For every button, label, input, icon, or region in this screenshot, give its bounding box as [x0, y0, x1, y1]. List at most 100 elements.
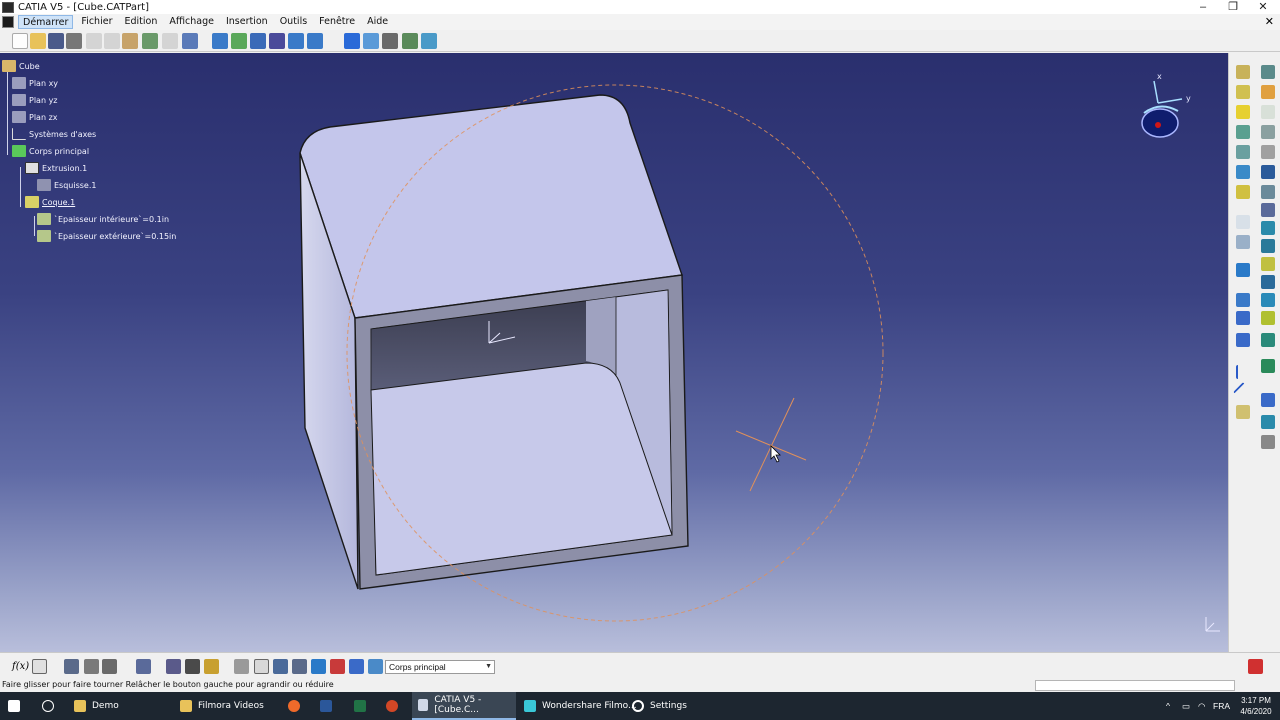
grid-icon[interactable]: [311, 659, 326, 674]
hole-tool-icon[interactable]: [1236, 125, 1250, 139]
rotate-icon[interactable]: [269, 33, 285, 49]
tree-item-main-body[interactable]: Corps principal: [12, 144, 89, 158]
iso-view-icon[interactable]: [363, 33, 379, 49]
cut-icon[interactable]: [86, 33, 102, 49]
shell-tool-icon[interactable]: [1261, 221, 1275, 235]
knowledge-icon[interactable]: [102, 659, 117, 674]
menu-demarrer[interactable]: Démarrer: [18, 15, 74, 29]
units-icon[interactable]: [292, 659, 307, 674]
thickness-tool-icon[interactable]: [1236, 235, 1250, 249]
paste-icon[interactable]: [122, 33, 138, 49]
sketcher-tool-icon[interactable]: [1261, 145, 1275, 159]
tree-item-inner-thickness[interactable]: `Epaisseur intérieure`=0.1in: [37, 212, 169, 226]
pattern-tool-icon[interactable]: [1236, 311, 1250, 325]
battery-icon[interactable]: ▭: [1182, 692, 1190, 720]
close-button[interactable]: ✕: [1248, 0, 1278, 14]
body-select[interactable]: Corps principal ▼: [385, 660, 495, 674]
rib-tool-icon[interactable]: [1236, 145, 1250, 159]
shaft-tool-icon[interactable]: [1236, 105, 1250, 119]
taskbar-powerpoint[interactable]: [386, 692, 404, 720]
menu-aide[interactable]: Aide: [363, 15, 392, 29]
undo-icon[interactable]: [142, 33, 158, 49]
normal-view-icon[interactable]: [344, 33, 360, 49]
fillet-tool-icon[interactable]: [1261, 203, 1275, 217]
plane-tool-icon[interactable]: [1236, 405, 1250, 419]
comment-icon[interactable]: [32, 659, 47, 674]
material-icon[interactable]: [84, 659, 99, 674]
copy-icon[interactable]: [104, 33, 120, 49]
pad-tool-icon[interactable]: [1236, 65, 1250, 79]
menu-affichage[interactable]: Affichage: [165, 15, 218, 29]
taskbar-firefox[interactable]: [288, 692, 306, 720]
chamfer-tool-icon[interactable]: [1236, 215, 1250, 229]
tree-item-plan-zx[interactable]: Plan zx: [12, 110, 58, 124]
translate-tool-icon[interactable]: [1236, 263, 1250, 277]
taskbar-item-wondershare[interactable]: Wondershare Filmo...: [524, 692, 637, 720]
start-button[interactable]: [8, 692, 26, 720]
catalog-tool-icon[interactable]: [1261, 435, 1275, 449]
position-sketch-icon[interactable]: [1261, 165, 1275, 179]
swap-space-icon[interactable]: [421, 33, 437, 49]
analysis-icon[interactable]: [136, 659, 151, 674]
boolean-tool-icon[interactable]: [1261, 333, 1275, 347]
new-icon[interactable]: [12, 33, 28, 49]
update-icon[interactable]: [234, 659, 249, 674]
taskbar-item-demo[interactable]: Demo: [74, 692, 119, 720]
rotate-tool-icon[interactable]: [1261, 275, 1275, 289]
thread-tool-icon[interactable]: [1261, 239, 1275, 253]
shading-icon[interactable]: [382, 33, 398, 49]
workbench-icon[interactable]: [1261, 65, 1275, 79]
assemble-tool-icon[interactable]: [1261, 359, 1275, 373]
constraint-tool-icon[interactable]: [1236, 333, 1250, 347]
minimize-button[interactable]: –: [1188, 0, 1218, 14]
tree-item-plan-xy[interactable]: Plan xy: [12, 76, 58, 90]
remove-face-icon[interactable]: [1261, 257, 1275, 271]
print-icon[interactable]: [66, 33, 82, 49]
fly-mode-icon[interactable]: [212, 33, 228, 49]
tree-item-sketch[interactable]: Esquisse.1: [37, 178, 96, 192]
menu-fichier[interactable]: Fichier: [77, 15, 116, 29]
taskbar-clock[interactable]: 3:17 PM 4/6/2020: [1236, 695, 1276, 717]
tree-item-axis-systems[interactable]: Systèmes d'axes: [12, 127, 96, 141]
menu-outils[interactable]: Outils: [276, 15, 311, 29]
mirror-tool-icon[interactable]: [1236, 293, 1250, 307]
line-tool-icon[interactable]: [1233, 382, 1253, 402]
wifi-icon[interactable]: ◠: [1198, 692, 1205, 720]
tree-item-shell[interactable]: Coque.1: [25, 195, 75, 209]
zoom-out-icon[interactable]: [307, 33, 323, 49]
document-menu-icon[interactable]: [2, 16, 14, 28]
command-input[interactable]: [1035, 680, 1235, 691]
menu-edition[interactable]: Edition: [120, 15, 161, 29]
measure-tool-icon[interactable]: [1261, 105, 1275, 119]
3d-viewport[interactable]: x y Cube Plan xy Plan yz Plan zx Système…: [0, 53, 1228, 652]
open-icon[interactable]: [30, 33, 46, 49]
document-close-button[interactable]: ✕: [1265, 14, 1274, 30]
tree-item-extrusion[interactable]: Extrusion.1: [25, 161, 87, 175]
whats-this-icon[interactable]: [182, 33, 198, 49]
constraints-icon[interactable]: [330, 659, 345, 674]
save-icon[interactable]: [48, 33, 64, 49]
boolean-icon[interactable]: [166, 659, 181, 674]
table-icon[interactable]: [64, 659, 79, 674]
point-tool-icon[interactable]: [1236, 365, 1250, 379]
pocket-tool-icon[interactable]: [1236, 85, 1250, 99]
work-object-icon[interactable]: [368, 659, 383, 674]
intersect-tool-icon[interactable]: [1261, 415, 1275, 429]
taskbar-word[interactable]: [320, 692, 338, 720]
properties-icon[interactable]: [185, 659, 200, 674]
tree-item-outer-thickness[interactable]: `Epaisseur extérieure`=0.15in: [37, 229, 176, 243]
symmetry-tool-icon[interactable]: [1261, 293, 1275, 307]
taskbar-excel[interactable]: [354, 692, 372, 720]
groove-tool-icon[interactable]: [1236, 165, 1250, 179]
redo-icon[interactable]: [162, 33, 178, 49]
menu-insertion[interactable]: Insertion: [222, 15, 272, 29]
face-tool-icon[interactable]: [1261, 185, 1275, 199]
select-tool-icon[interactable]: [1261, 85, 1275, 99]
language-indicator[interactable]: FRA: [1213, 692, 1230, 720]
lock-icon[interactable]: [204, 659, 219, 674]
draft-tool-icon[interactable]: [1261, 125, 1275, 139]
multi-pad-icon[interactable]: [1236, 185, 1250, 199]
apply-icon[interactable]: [349, 659, 364, 674]
axis-icon[interactable]: [273, 659, 288, 674]
formula-icon[interactable]: f(x): [12, 659, 32, 674]
